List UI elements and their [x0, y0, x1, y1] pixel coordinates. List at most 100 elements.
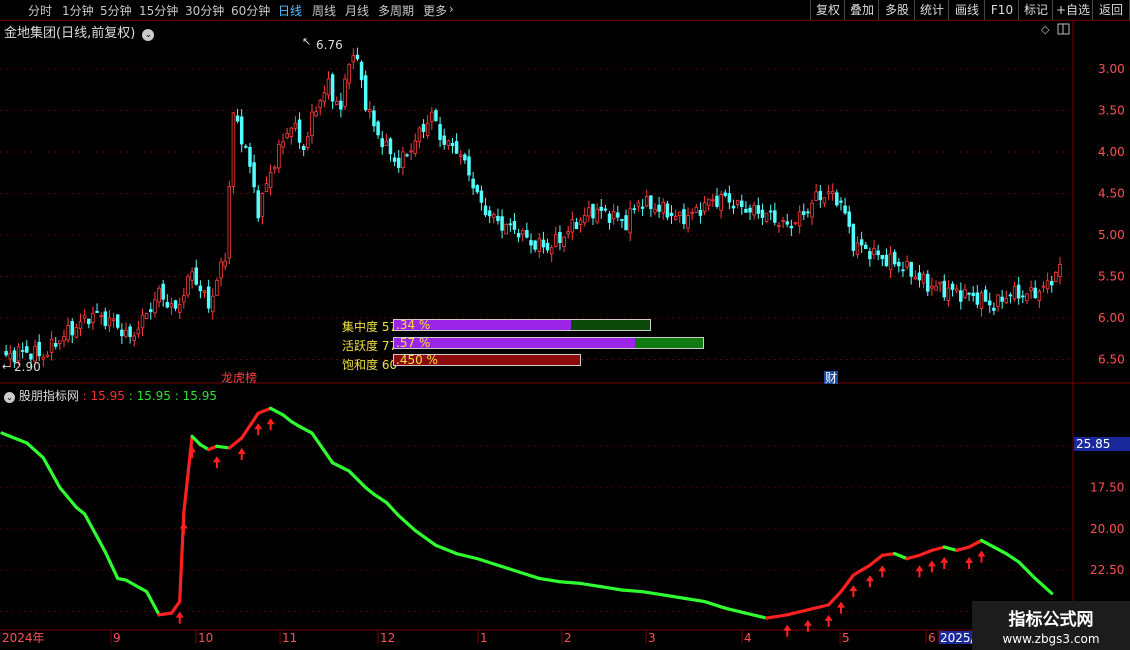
candle-body [363, 75, 368, 111]
candle-body [293, 122, 298, 129]
candle-body [359, 61, 364, 81]
candle-body [99, 314, 103, 318]
indicator-segment [347, 469, 360, 481]
candle-body [318, 100, 322, 109]
candle-body [471, 178, 475, 189]
indicator-segment [145, 590, 161, 617]
candle-body [74, 327, 79, 338]
tab-timeframe-weekly[interactable]: 周线 [312, 2, 336, 19]
tab-timeframe-60min[interactable]: 60分钟 [231, 2, 270, 19]
tab-timeframe-fenshi[interactable]: 分时 [28, 2, 52, 19]
candle-body [244, 145, 248, 148]
y-tick-label: 4.00 [1098, 145, 1125, 159]
up-arrow-icon [212, 456, 221, 469]
candle-body [339, 100, 343, 110]
candle-body [260, 193, 265, 217]
overlay-button[interactable]: 叠加 [844, 0, 879, 20]
gauge-bar-bg: .57 % [393, 336, 704, 350]
indicator-segment [157, 611, 174, 617]
diamond-icon[interactable]: ◇ [1041, 23, 1050, 36]
restore-right-button[interactable]: 复权 [810, 0, 845, 20]
candle-body [847, 211, 851, 227]
indicator-segment [979, 538, 996, 549]
candle-body [235, 115, 240, 122]
chevron-down-icon[interactable]: ⌄ [142, 29, 155, 41]
candle-body [777, 224, 781, 227]
statistics-button[interactable]: 统计 [914, 0, 949, 20]
toolbar: 分时 1分钟 5分钟 15分钟 30分钟 60分钟 日线 周线 月线 多周期 更… [0, 0, 1130, 21]
indicator-segment [620, 588, 645, 594]
candle-body [161, 283, 165, 300]
tab-timeframe-30min[interactable]: 30分钟 [185, 2, 224, 19]
candle-body [578, 219, 583, 225]
tab-timeframe-5min[interactable]: 5分钟 [100, 2, 132, 19]
tab-timeframe-multi[interactable]: 多周期 [378, 2, 414, 19]
y-tick-label: 22.50 [1090, 563, 1124, 577]
candle-body [8, 352, 13, 360]
candle-body [694, 206, 699, 213]
up-arrow-icon [878, 565, 887, 578]
multi-stock-button[interactable]: 多股 [878, 0, 915, 20]
candle-body [388, 138, 393, 155]
y-tick-label: 17.50 [1090, 481, 1124, 495]
candle-body [698, 209, 703, 216]
draw-line-button[interactable]: 画线 [948, 0, 985, 20]
candle-body [979, 292, 984, 309]
up-arrow-icon [865, 575, 874, 588]
f10-button[interactable]: F10 [984, 0, 1019, 20]
gauge-label: 活跃度 [342, 339, 379, 353]
candle-body [905, 261, 909, 268]
candle-body [281, 141, 285, 148]
candle-body [256, 190, 260, 219]
y-tick-label: 20.00 [1090, 522, 1124, 536]
tab-timeframe-daily[interactable]: 日线 [278, 2, 302, 19]
candle-body [450, 142, 455, 147]
candle-body [95, 310, 99, 313]
candle-body [211, 295, 215, 313]
add-watchlist-button[interactable]: +自选 [1052, 0, 1093, 20]
indicator-segment [455, 552, 479, 561]
x-tick-label: 3 [648, 631, 656, 645]
candle-body [136, 328, 141, 335]
x-tick-label: 2025/ [940, 631, 976, 645]
candle-body [682, 209, 686, 225]
candle-body [909, 261, 913, 277]
tab-timeframe-more[interactable]: 更多 [423, 2, 447, 19]
up-arrow-icon [237, 448, 246, 461]
indicator-segment [917, 548, 934, 557]
candle-body [855, 242, 860, 255]
chevron-right-icon[interactable]: › [449, 2, 454, 16]
tab-timeframe-15min[interactable]: 15分钟 [139, 2, 178, 19]
tab-timeframe-monthly[interactable]: 月线 [345, 2, 369, 19]
indicator-segment [0, 431, 29, 445]
candle-body [603, 208, 608, 211]
candle-body [566, 231, 570, 235]
indicator-segment [967, 538, 984, 549]
candle-body [264, 183, 269, 192]
indicator-segment [682, 596, 707, 604]
candle-body [107, 317, 112, 327]
stock-chart: 6.506.005.505.004.504.003.503.00 25.0022… [0, 20, 1130, 645]
candle-body [467, 156, 471, 176]
candle-body [628, 208, 632, 234]
y-tick-label: 6.00 [1098, 311, 1125, 325]
candle-body [58, 340, 62, 344]
back-button[interactable]: 返回 [1092, 0, 1130, 20]
gauge-label: 饱和度 [342, 358, 379, 372]
x-tick-label: 6 [928, 631, 936, 645]
chevron-down-icon[interactable]: ⌄ [4, 392, 15, 403]
candle-body [541, 239, 546, 248]
candle-body [475, 185, 480, 193]
candle-body [153, 299, 157, 314]
mark-button[interactable]: 标记 [1018, 0, 1053, 20]
candle-body [1004, 298, 1009, 303]
candle-body [934, 285, 938, 291]
candle-body [496, 215, 500, 222]
candle-body [326, 78, 331, 96]
candle-body [140, 314, 145, 329]
candle-body [252, 162, 256, 188]
candle-body [177, 304, 182, 313]
tab-timeframe-1min[interactable]: 1分钟 [62, 2, 94, 19]
candle-body [165, 301, 170, 308]
candle-body [686, 215, 690, 229]
